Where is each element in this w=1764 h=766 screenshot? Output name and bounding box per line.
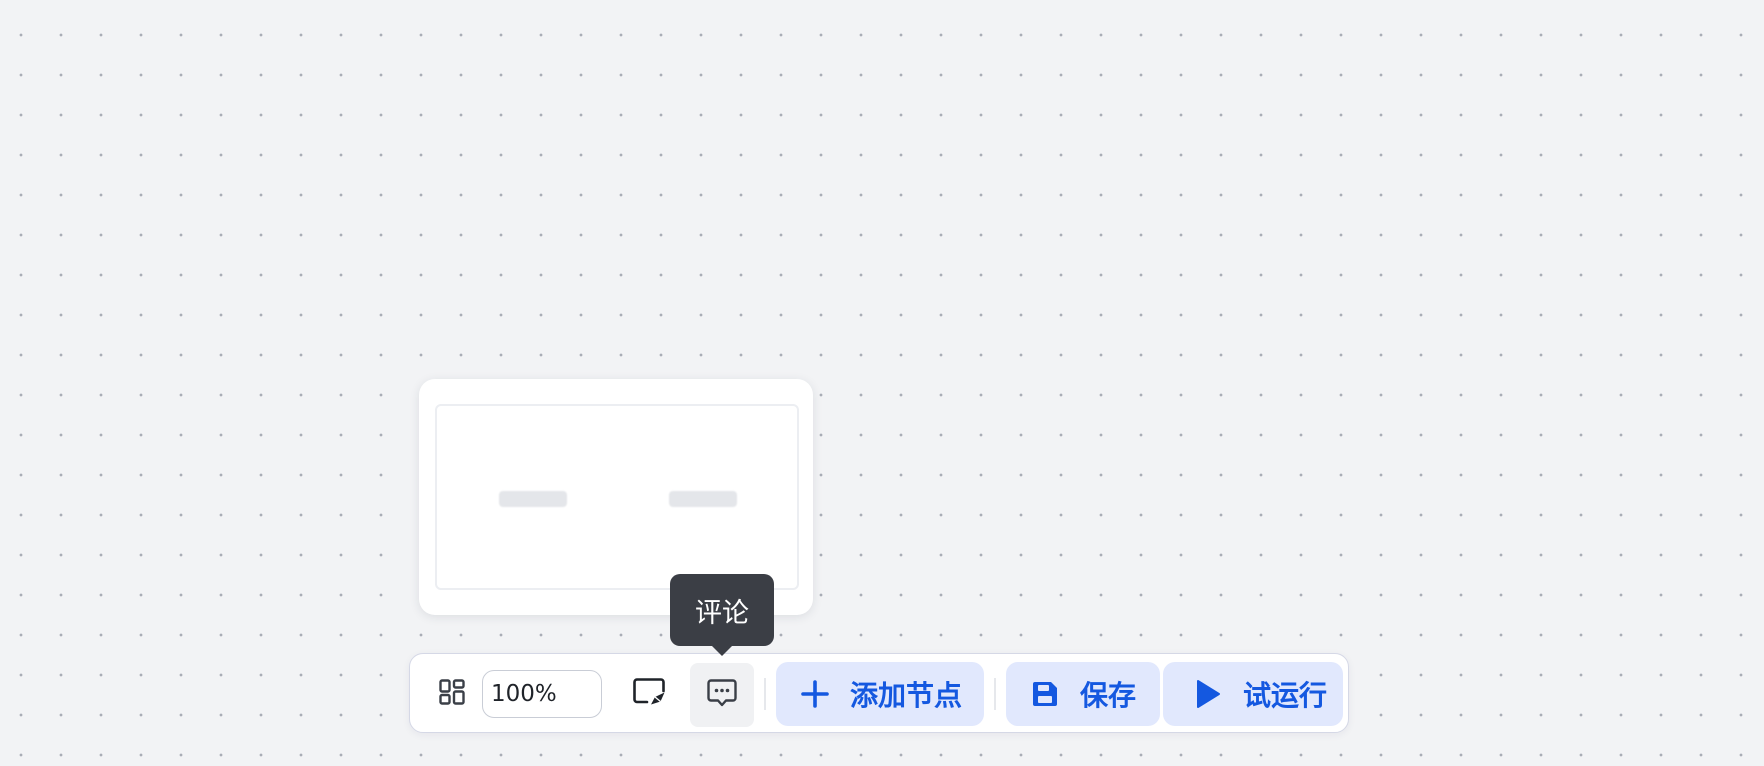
minimap-node <box>669 491 737 507</box>
comment-icon <box>706 677 738 713</box>
tooltip-text: 评论 <box>695 597 749 629</box>
plus-icon <box>798 677 832 711</box>
comment-tooltip: 评论 <box>670 574 774 646</box>
layout-button[interactable] <box>430 672 474 716</box>
comment-button[interactable] <box>690 663 754 727</box>
minimap-viewport[interactable] <box>435 404 799 590</box>
tooltip-arrow <box>710 644 734 656</box>
note-button[interactable] <box>620 668 680 720</box>
save-button[interactable]: 保存 <box>1006 662 1160 726</box>
test-run-button[interactable]: 试运行 <box>1163 662 1343 726</box>
zoom-input[interactable] <box>482 670 602 718</box>
save-label: 保存 <box>1080 679 1137 712</box>
canvas-toolbar: 添加节点 保存 试运行 <box>409 653 1349 733</box>
test-run-label: 试运行 <box>1243 679 1328 712</box>
layout-grid-icon <box>439 679 465 709</box>
note-icon <box>633 677 667 711</box>
play-icon <box>1191 677 1225 711</box>
add-node-button[interactable]: 添加节点 <box>776 662 984 726</box>
toolbar-divider <box>994 678 996 710</box>
toolbar-divider <box>764 678 766 710</box>
minimap-node <box>499 491 567 507</box>
save-icon <box>1028 677 1062 711</box>
add-node-label: 添加节点 <box>850 679 963 712</box>
